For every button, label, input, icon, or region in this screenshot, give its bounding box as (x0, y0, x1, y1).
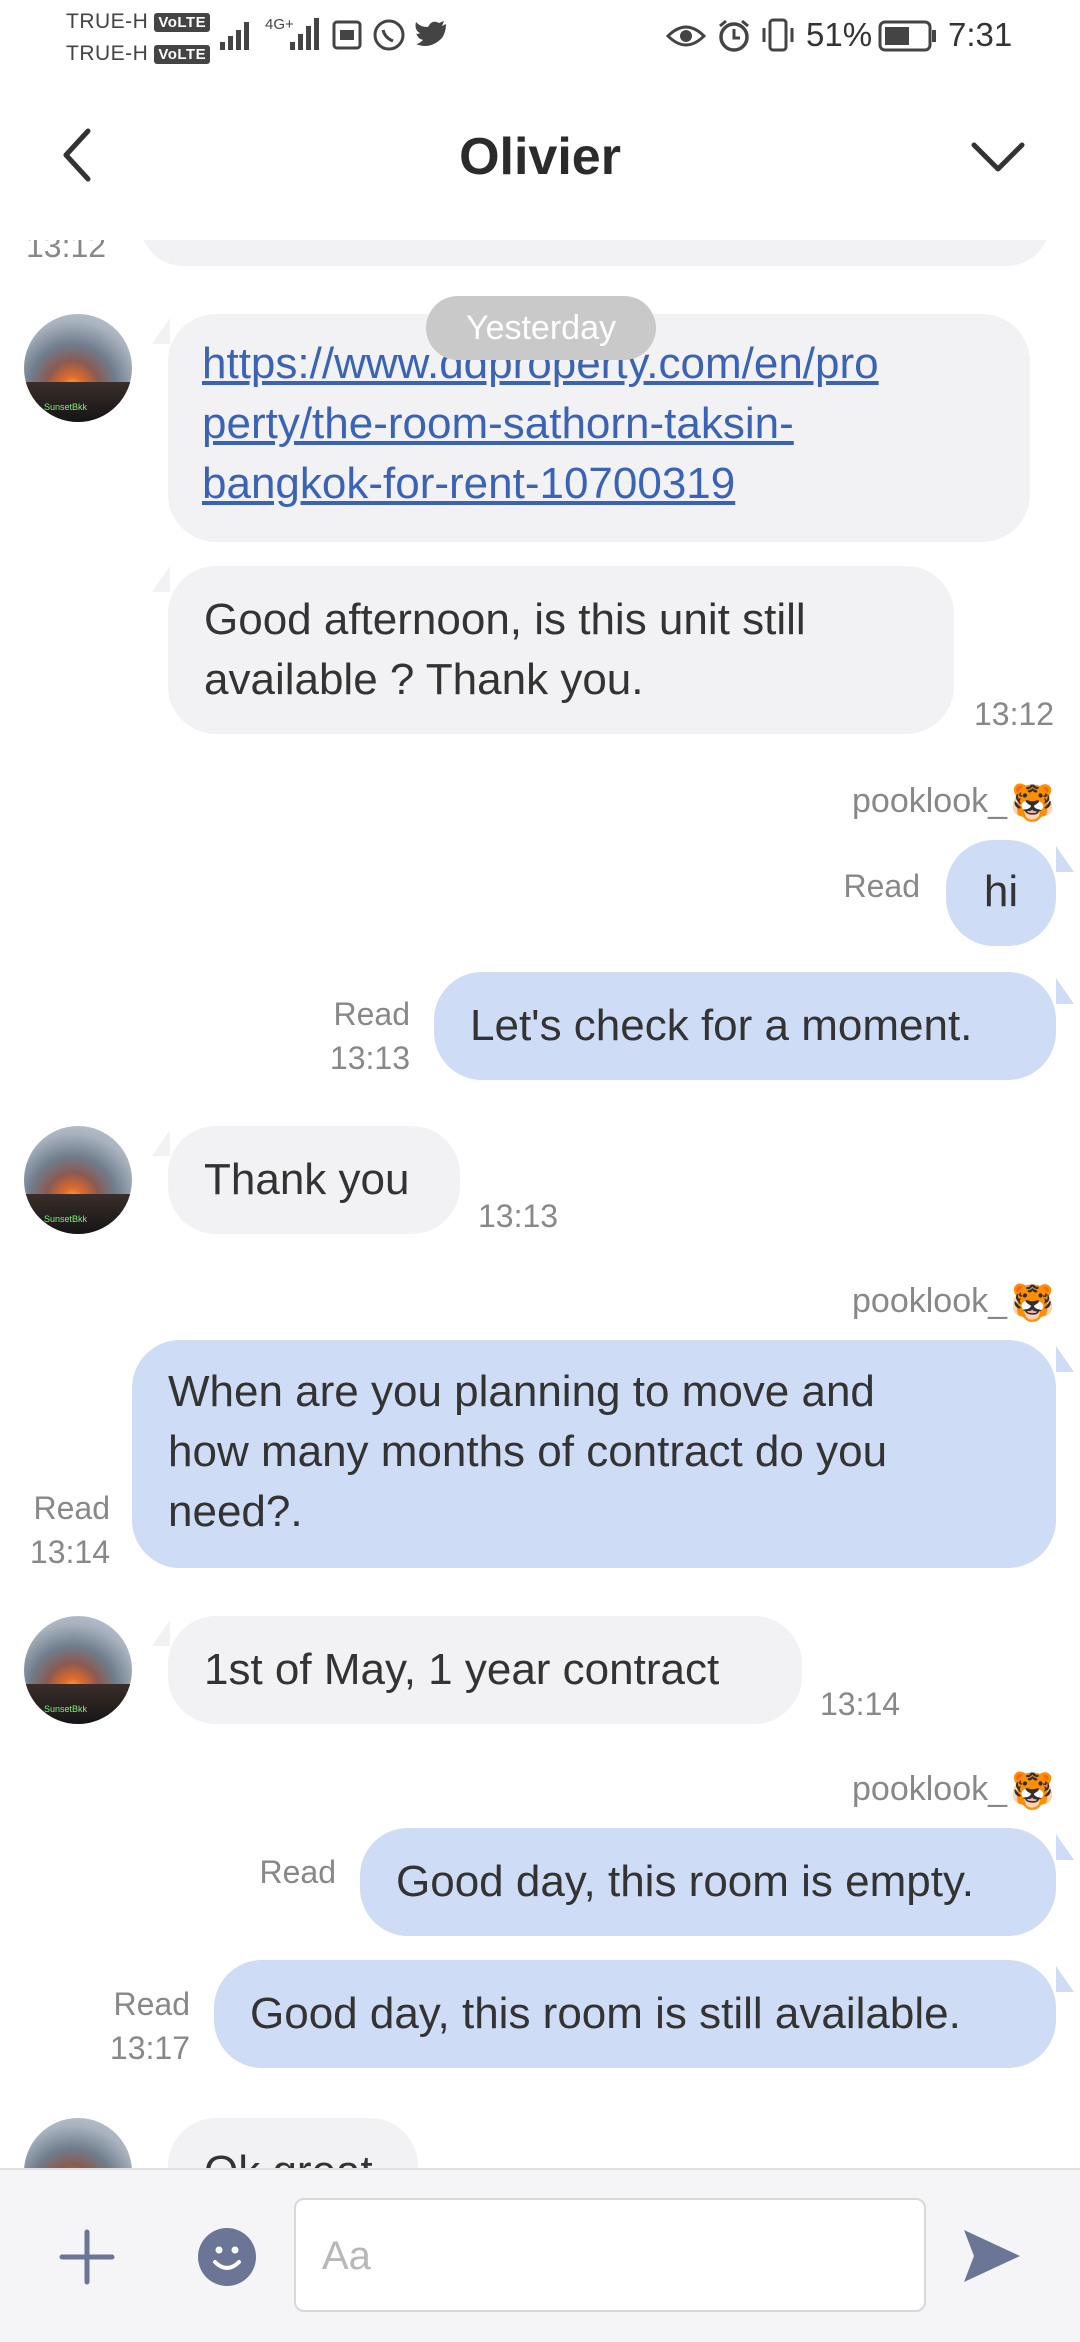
message-bubble[interactable]: Good afternoon, is this unit still avail… (168, 566, 954, 734)
message-text: When are you planning to move and (168, 1367, 875, 1416)
sender-name: pooklook_ (852, 1770, 1008, 1808)
message-bubble[interactable]: Good day, this room is still available. (214, 1960, 1056, 2068)
message-text: need?. (168, 1487, 303, 1536)
message-list[interactable]: 13:12 SunsetBkk https://www.ddproperty.c… (0, 240, 1080, 2168)
message-bubble[interactable]: Good day, this room is empty. (360, 1828, 1056, 1936)
message-bubble[interactable]: When are you planning to move and how ma… (132, 1340, 1056, 1568)
avatar[interactable]: SunsetBkk (24, 314, 132, 422)
message-time: 13:13 (478, 1198, 559, 1234)
sim-icon (332, 20, 362, 50)
message-bubble[interactable]: Thank you (168, 1126, 460, 1234)
twitter-icon (415, 21, 446, 46)
avatar[interactable]: SunsetBkk (24, 1126, 132, 1234)
composer-bar: Aa (0, 2168, 1080, 2342)
message-time: 13:14 (820, 1686, 901, 1722)
message-bubble[interactable]: Let's check for a moment. (434, 972, 1056, 1080)
alarm-icon (719, 19, 749, 52)
date-separator: Yesterday (426, 296, 656, 360)
message-bubble[interactable]: Ok great (168, 2118, 418, 2168)
message-input[interactable]: Aa (294, 2198, 926, 2312)
read-status: Read 13:14 (29, 1490, 110, 1570)
vibrate-icon (762, 18, 794, 52)
read-status: Read (259, 1854, 337, 1890)
message-text: Good day, this room is empty. (396, 1857, 974, 1906)
battery-icon (878, 20, 936, 52)
tiger-icon: 🐯 (1010, 782, 1055, 823)
battery-percent: 51% (806, 16, 873, 53)
message-link[interactable]: https://www.ddproperty.com/en/pro perty/… (202, 334, 996, 514)
message-text: Good afternoon, is this unit still (204, 595, 806, 644)
sender-name: pooklook_ (852, 782, 1008, 820)
message-bubble[interactable]: hi (946, 840, 1056, 946)
input-placeholder: Aa (322, 2234, 371, 2278)
avatar[interactable]: SunsetBkk (24, 1616, 132, 1724)
sender-name: pooklook_ (852, 1282, 1008, 1320)
message-text: 1st of May, 1 year contract (204, 1645, 720, 1694)
read-status: Read 13:13 (329, 996, 410, 1076)
carrier-1: TRUE-H VoLTE (66, 10, 211, 34)
signal-icon (220, 22, 249, 50)
send-icon[interactable] (960, 2226, 1024, 2286)
message-time: 13:12 (974, 696, 1055, 732)
avatar[interactable]: SunsetBkk (24, 2118, 132, 2168)
message-text: Let's check for a moment. (470, 1001, 973, 1050)
status-bar: TRUE-H VoLTE TRUE-H VoLTE 4G+ 51% 7:31 (0, 0, 1080, 75)
chat-header: Olivier (0, 75, 1080, 242)
message-text: available ? Thank you. (204, 655, 644, 704)
message-text: Ok great (204, 2147, 373, 2168)
message-text: hi (983, 867, 1019, 916)
message-text: Thank you (204, 1155, 410, 1204)
whatsapp-icon (373, 19, 405, 51)
message-text: how many months of contract do you (168, 1427, 888, 1476)
message-time: 13:12 (26, 240, 107, 264)
signal-icon-2 (290, 18, 319, 50)
read-status: Read (843, 868, 921, 904)
chevron-down-icon[interactable] (970, 139, 1026, 175)
chat-title: Olivier (459, 128, 621, 186)
message-text: Good day, this room is still available. (250, 1989, 961, 2038)
eye-icon (666, 25, 706, 47)
tiger-icon: 🐯 (1010, 1770, 1055, 1811)
tiger-icon: 🐯 (1010, 1282, 1055, 1323)
message-bubble-partial (140, 240, 1050, 266)
plus-icon[interactable] (58, 2228, 116, 2286)
carrier-2: TRUE-H VoLTE (66, 42, 211, 66)
read-status: Read 13:17 (109, 1986, 190, 2066)
clock: 7:31 (948, 16, 1013, 53)
emoji-icon[interactable] (198, 2228, 256, 2286)
message-bubble[interactable]: 1st of May, 1 year contract (168, 1616, 802, 1724)
